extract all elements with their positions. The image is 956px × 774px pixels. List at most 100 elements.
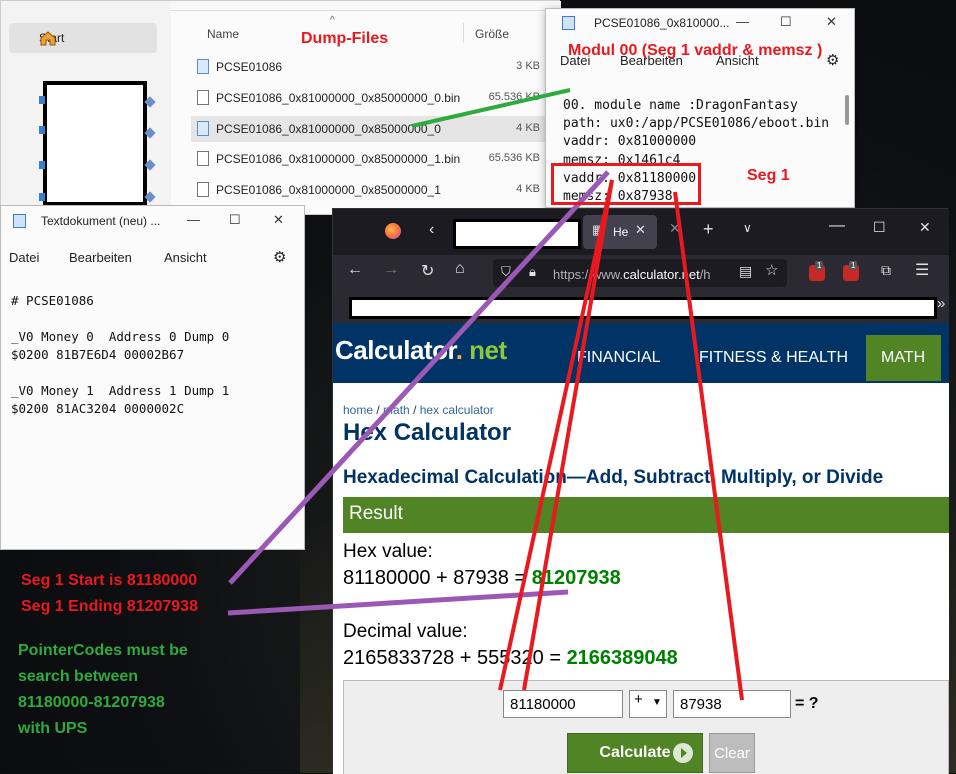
column-header-name[interactable]: Name bbox=[207, 27, 239, 41]
file-row-selected[interactable]: PCSE01086_0x81000000_0x85000000_0 4 KB bbox=[191, 116, 546, 142]
shield-icon[interactable]: ⛉ bbox=[501, 264, 511, 280]
site-logo[interactable]: Calculator. net bbox=[335, 335, 507, 366]
annotation-modul: Modul 00 (Seg 1 vaddr & memsz ) bbox=[568, 42, 823, 59]
redacted-area bbox=[43, 81, 147, 206]
file-icon bbox=[197, 151, 209, 166]
tab-bar: ‹ ▦ He ✕ ✕ + ∨ — ☐ ✕ bbox=[333, 209, 949, 255]
decimal-result: 2166389048 bbox=[566, 647, 678, 669]
file-explorer-window: Start ^ Name Größe PCSE01086 3 KB PCSE01… bbox=[0, 0, 561, 216]
menu-ansicht[interactable]: Ansicht bbox=[164, 250, 207, 265]
menu-bearbeiten[interactable]: Bearbeiten bbox=[69, 250, 132, 265]
column-divider bbox=[463, 23, 464, 43]
quick-access-icon bbox=[39, 126, 45, 134]
bookmarks-toolbar: » bbox=[333, 291, 949, 323]
hex-result: 81207938 bbox=[531, 567, 621, 589]
reload-icon[interactable]: ↻ bbox=[421, 261, 434, 281]
tab-close-icon[interactable]: ✕ bbox=[635, 222, 646, 238]
url-host: calculator.net bbox=[623, 267, 700, 282]
window-minimize-icon[interactable]: — bbox=[829, 217, 845, 235]
file-name: PCSE01086_0x81000000_0x85000000_1 bbox=[216, 183, 441, 197]
settings-gear-icon[interactable]: ⚙ bbox=[273, 248, 286, 266]
operator-select[interactable]: + ▼ bbox=[629, 690, 667, 718]
crumb-home[interactable]: home bbox=[343, 403, 373, 417]
new-tab-plus-icon[interactable]: + bbox=[703, 219, 714, 240]
url-prefix: https://www. bbox=[553, 267, 624, 282]
tab-label: He bbox=[613, 225, 629, 239]
file-name: PCSE01086_0x81000000_0x85000000_0.bin bbox=[216, 91, 461, 105]
maximize-button[interactable]: ☐ bbox=[780, 14, 792, 30]
menu-hamburger-icon[interactable]: ☰ bbox=[915, 260, 929, 280]
nav-financial[interactable]: FINANCIAL bbox=[577, 349, 661, 367]
close-button[interactable]: ✕ bbox=[273, 212, 284, 228]
hex-value-label: Hex value: bbox=[343, 541, 433, 562]
annotation-pointer-line: with UPS bbox=[18, 720, 88, 737]
firefox-window: ‹ ▦ He ✕ ✕ + ∨ — ☐ ✕ ← → ↻ ⌂ ⛉ 🔒︎ https:… bbox=[332, 208, 949, 774]
crumb-current[interactable]: hex calculator bbox=[420, 403, 494, 417]
window-maximize-icon[interactable]: ☐ bbox=[873, 219, 886, 236]
nav-math[interactable]: MATH bbox=[881, 349, 925, 367]
text-file-icon bbox=[197, 121, 209, 136]
forward-arrow-icon[interactable]: → bbox=[383, 261, 399, 279]
extension-badge-count: 1 bbox=[849, 261, 858, 270]
annotation-seg-end: Seg 1 Ending 81207938 bbox=[21, 598, 198, 615]
clear-button[interactable]: Clear bbox=[709, 733, 755, 773]
file-size: 4 KB bbox=[516, 183, 540, 195]
firefox-logo-icon[interactable] bbox=[385, 223, 401, 239]
equals-label: = ? bbox=[795, 695, 819, 712]
explorer-nav-pane: Start bbox=[1, 1, 171, 216]
explorer-toolbar bbox=[141, 1, 561, 11]
column-header-size[interactable]: Größe bbox=[475, 27, 509, 41]
hex-expression: 81180000 + 87938 = bbox=[343, 567, 532, 589]
minimize-button[interactable]: — bbox=[736, 14, 749, 29]
notepad-text[interactable]: # PCSE01086 _V0 Money 0 Address 0 Dump 0… bbox=[11, 292, 229, 418]
file-row[interactable]: PCSE01086_0x81000000_0x85000000_0.bin 65… bbox=[191, 85, 546, 111]
file-size: 3 KB bbox=[516, 60, 540, 72]
tab-close-icon[interactable]: ✕ bbox=[669, 220, 681, 237]
file-size: 4 KB bbox=[516, 122, 540, 134]
site-header: Calculator. net FINANCIAL FITNESS & HEAL… bbox=[333, 323, 949, 383]
minimize-button[interactable]: — bbox=[187, 212, 200, 227]
tab-list-chevron-icon[interactable]: ∨ bbox=[743, 221, 752, 235]
decimal-value-label: Decimal value: bbox=[343, 621, 468, 642]
hex-input-a[interactable] bbox=[503, 690, 623, 718]
back-arrow-icon[interactable]: ← bbox=[347, 261, 363, 279]
bookmarks-overflow-icon[interactable]: » bbox=[937, 295, 945, 312]
hex-input-b[interactable] bbox=[673, 690, 791, 718]
close-button[interactable]: ✕ bbox=[826, 14, 837, 30]
annotation-pointer-line: PointerCodes must be bbox=[18, 642, 188, 659]
url-suffix: /h bbox=[699, 267, 711, 282]
chevron-down-icon: ▼ bbox=[652, 697, 662, 708]
window-close-icon[interactable]: ✕ bbox=[919, 219, 931, 236]
file-row[interactable]: PCSE01086_0x81000000_0x85000000_1.bin 65… bbox=[191, 146, 546, 172]
crumb-math[interactable]: math bbox=[383, 403, 410, 417]
page-title: Hex Calculator bbox=[343, 419, 512, 446]
file-row[interactable]: PCSE01086 3 KB bbox=[191, 54, 546, 80]
page-subtitle: Hexadecimal Calculation—Add, Subtract, M… bbox=[343, 467, 884, 488]
lock-icon[interactable]: 🔒︎ bbox=[529, 264, 536, 280]
redacted-bookmarks bbox=[349, 297, 937, 319]
nav-item-start[interactable]: Start bbox=[9, 23, 157, 53]
operator-value: + bbox=[634, 691, 643, 708]
annotation-pointer-codes: PointerCodes must be search between 8118… bbox=[18, 638, 188, 742]
settings-gear-icon[interactable]: ⚙ bbox=[826, 51, 839, 69]
url-text: https://www.calculator.net/h bbox=[553, 267, 711, 282]
maximize-button[interactable]: ☐ bbox=[229, 212, 241, 228]
redacted-tab[interactable] bbox=[453, 219, 581, 249]
sort-chevron-icon: ^ bbox=[330, 15, 335, 26]
result-header-bar bbox=[343, 497, 949, 533]
scrollbar[interactable] bbox=[845, 95, 849, 125]
bookmark-star-icon[interactable]: ☆ bbox=[765, 261, 778, 279]
reader-view-icon[interactable]: ▤ bbox=[739, 263, 752, 280]
extensions-puzzle-icon[interactable]: ⧉ bbox=[881, 262, 891, 279]
home-icon bbox=[40, 31, 56, 46]
notepad-codes-window: Textdokument (neu) ... — ☐ ✕ Datei Bearb… bbox=[0, 205, 305, 550]
file-size: 65.536 KB bbox=[488, 91, 540, 103]
file-row[interactable]: PCSE01086_0x81000000_0x85000000_1 4 KB bbox=[191, 177, 546, 203]
home-icon[interactable]: ⌂ bbox=[455, 260, 465, 278]
nav-fitness-health[interactable]: FITNESS & HEALTH bbox=[699, 349, 848, 367]
menu-datei[interactable]: Datei bbox=[9, 250, 39, 265]
tab-scroll-left-icon[interactable]: ‹ bbox=[429, 221, 434, 239]
quick-access-icon bbox=[39, 193, 45, 201]
hex-value-line: 81180000 + 87938 = 81207938 bbox=[343, 567, 621, 590]
file-size: 65.536 KB bbox=[488, 152, 540, 164]
